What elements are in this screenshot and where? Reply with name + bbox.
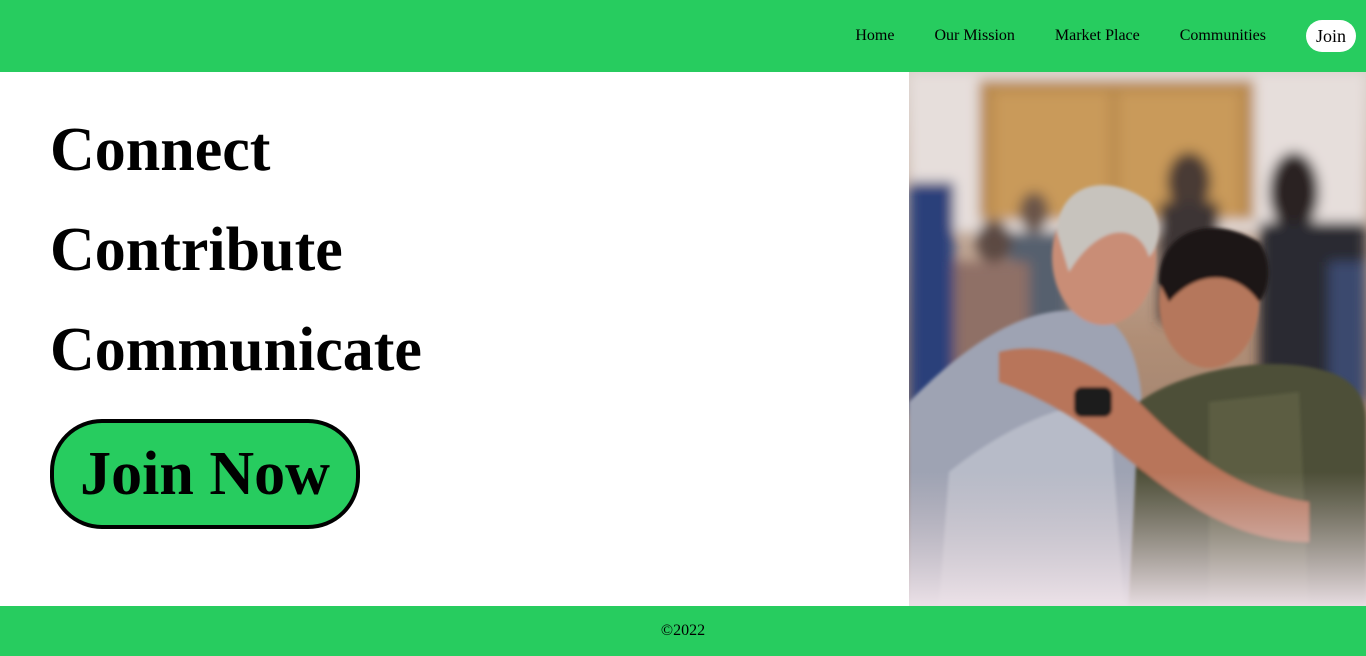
nav-links: Home Our Mission Market Place Communitie… bbox=[815, 0, 1356, 72]
headline-contribute: Contribute bbox=[50, 216, 343, 284]
headline-connect: Connect bbox=[50, 116, 271, 184]
nav-join-button[interactable]: Join bbox=[1305, 20, 1356, 52]
hero-section: Connect Contribute Communicate Join Now bbox=[0, 72, 909, 606]
nav-item-communities[interactable]: Communities bbox=[1180, 27, 1266, 45]
join-now-button[interactable]: Join Now bbox=[50, 419, 360, 529]
top-navbar: Home Our Mission Market Place Communitie… bbox=[0, 0, 1366, 72]
nav-item-market-place[interactable]: Market Place bbox=[1055, 27, 1140, 45]
nav-item-home[interactable]: Home bbox=[855, 27, 894, 45]
nav-item-our-mission[interactable]: Our Mission bbox=[934, 27, 1014, 45]
headline-communicate: Communicate bbox=[50, 316, 422, 384]
copyright-text: ©2022 bbox=[660, 622, 706, 639]
footer: ©2022 bbox=[0, 606, 1366, 656]
hero-photo-illustration bbox=[909, 72, 1366, 606]
hero-photo bbox=[909, 72, 1366, 606]
